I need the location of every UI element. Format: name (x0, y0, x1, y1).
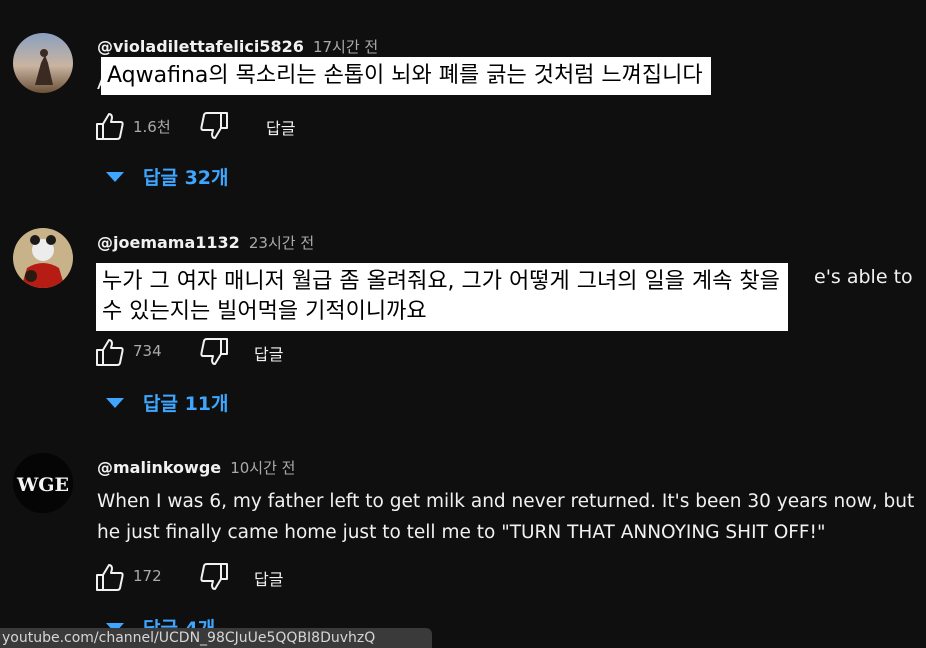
reply-button[interactable]: 답글 (254, 341, 283, 365)
timestamp[interactable]: 23시간 전 (249, 234, 314, 252)
author-line: @malinkowge 10시간 전 (97, 457, 295, 478)
author-name[interactable]: @violadilettafelici5826 (97, 37, 304, 56)
comment-line: When I was 6, my father left to get milk… (97, 491, 915, 512)
caret-down-icon (106, 171, 124, 182)
comment-text: e's able to (814, 266, 913, 288)
reply-button[interactable]: 답글 (254, 566, 283, 590)
comment-actions: 1.6천 답글 (94, 110, 394, 142)
thumbs-up-icon[interactable] (94, 336, 126, 368)
thumbs-down-icon[interactable] (198, 561, 230, 593)
like-count: 1.6천 (133, 118, 171, 136)
overlay-line: 수 있는지는 빌어먹을 기적이니까요 (102, 299, 427, 324)
timestamp[interactable]: 17시간 전 (313, 38, 378, 56)
overlay-line: 누가 그 여자 매니저 월급 좀 올려줘요, 그가 어떻게 그녀의 일을 계속 … (102, 269, 780, 294)
avatar[interactable]: WGE (13, 453, 73, 513)
thumbs-down-icon[interactable] (198, 110, 230, 142)
replies-toggle[interactable]: 답글 32개 (106, 163, 229, 193)
thumbs-up-icon[interactable] (94, 561, 126, 593)
thumbs-down-icon[interactable] (198, 336, 230, 368)
timestamp[interactable]: 10시간 전 (230, 459, 295, 477)
comment-line: he just finally came home just to tell m… (97, 522, 826, 543)
reply-button[interactable]: 답글 (266, 115, 295, 139)
avatar[interactable] (13, 33, 73, 93)
author-name[interactable]: @malinkowge (97, 458, 221, 477)
thumbs-up-icon[interactable] (94, 110, 126, 142)
author-line: @joemama1132 23시간 전 (97, 232, 314, 253)
translation-overlay: 누가 그 여자 매니저 월급 좀 올려줘요, 그가 어떻게 그녀의 일을 계속 … (96, 263, 788, 331)
avatar[interactable] (13, 228, 73, 288)
comment-text: When I was 6, my father left to get milk… (97, 486, 917, 548)
comment-actions: 172 답글 (94, 561, 394, 593)
like-count: 734 (133, 342, 162, 360)
replies-count-label: 답글 11개 (143, 393, 229, 415)
translation-overlay: Aqwafina의 목소리는 손톱이 뇌와 폐를 긁는 것처럼 느껴집니다 (101, 57, 711, 95)
comment-actions: 734 답글 (94, 336, 394, 368)
avatar-logo-text: WGE (16, 474, 69, 496)
caret-down-icon (106, 397, 124, 408)
author-name[interactable]: @joemama1132 (97, 233, 240, 252)
status-bar-url: youtube.com/channel/UCDN_98CJuUe5QQBI8Du… (0, 628, 432, 648)
replies-toggle[interactable]: 답글 11개 (106, 389, 229, 419)
overlay-line: Aqwafina의 목소리는 손톱이 뇌와 폐를 긁는 것처럼 느껴집니다 (107, 63, 703, 88)
like-count: 172 (133, 567, 162, 585)
author-line: @violadilettafelici5826 17시간 전 (97, 36, 378, 57)
replies-count-label: 답글 32개 (143, 167, 229, 189)
